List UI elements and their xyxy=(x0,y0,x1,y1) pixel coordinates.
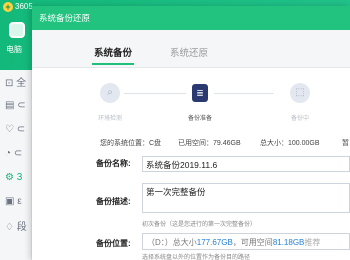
search-icon: ⌕ xyxy=(100,83,120,103)
backup-progress-icon: ⬚ xyxy=(290,83,310,103)
backup-description-label: 备份描述: xyxy=(96,197,131,206)
tab-system-restore[interactable]: 系统还原 xyxy=(170,45,208,59)
sidebar-item-2[interactable]: ▤ ⊂ xyxy=(0,94,32,116)
sidebar-item-7[interactable]: ♢ 段 xyxy=(0,214,32,236)
sidebar: ⊡ 全 ▤ ⊂ ♡ ⊂ ◔ ⊂ ⚙ 3 ▣ ε ♢ 段 xyxy=(0,70,32,260)
location-hint: 选择系统盘以外的位置作为备份目的路径 xyxy=(142,255,251,260)
sidebar-item-3[interactable]: ♡ ⊂ xyxy=(0,118,32,140)
info-more: 暂 xyxy=(342,140,349,147)
backup-restore-dialog: 系统备份还原 系统备份 系统还原 ⌕ ≣ ⬚ 环境检测 备份准备 备份中 您的系… xyxy=(32,6,350,260)
step-connector xyxy=(124,93,186,94)
location-free-space: 81.18GB xyxy=(272,238,305,247)
tab-system-backup[interactable]: 系统备份 xyxy=(94,45,132,59)
sidebar-item-6[interactable]: ▣ ε xyxy=(0,190,32,212)
dialog-title: 系统备份还原 xyxy=(32,6,350,30)
step-label-env-check: 环境检测 xyxy=(97,116,122,122)
used-space: 已用空间：79.46GB xyxy=(178,140,241,147)
sidebar-item-4[interactable]: ◔ ⊂ xyxy=(0,142,32,164)
system-location: 您的系统位置：C盘 xyxy=(100,140,162,147)
clipboard-icon: ≣ xyxy=(192,84,208,102)
sidebar-item-all[interactable]: ⊡ 全 xyxy=(0,70,32,92)
app-header-label: 电脑 xyxy=(6,45,22,54)
app-version: 3605 xyxy=(15,2,33,11)
sidebar-item-settings[interactable]: ⚙ 3 xyxy=(0,166,32,188)
description-hint: 初次备份（这是您进行的第一次完整备份） xyxy=(142,222,257,228)
recommend-badge: 推荐 xyxy=(304,238,321,247)
app-logo: + xyxy=(3,2,13,12)
backup-location-select[interactable]: （D：）总大小177.67GB，可用空间81.18GB推荐 xyxy=(142,233,350,250)
backup-description-input[interactable]: 第一次完整备份 xyxy=(142,183,350,213)
location-total-size: 177.67GB xyxy=(196,238,233,247)
step-label-backing-up: 备份中 xyxy=(290,116,309,122)
tab-bar: 系统备份 系统还原 xyxy=(32,30,350,68)
backup-name-label: 备份名称: xyxy=(96,159,131,168)
total-size: 总大小：100.00GB xyxy=(260,140,320,147)
active-tab-indicator xyxy=(92,63,134,65)
step-connector xyxy=(214,93,274,94)
step-indicator: ⌕ ≣ ⬚ 环境检测 备份准备 备份中 xyxy=(32,68,350,130)
backup-name-input[interactable]: 系统备份2019.11.6 xyxy=(142,156,350,172)
disk-info: 您的系统位置：C盘 已用空间：79.46GB 总大小：100.00GB 暂 xyxy=(32,138,350,150)
step-label-prepare: 备份准备 xyxy=(187,116,212,122)
computer-icon[interactable] xyxy=(9,22,25,38)
backup-location-label: 备份位置: xyxy=(96,239,131,248)
